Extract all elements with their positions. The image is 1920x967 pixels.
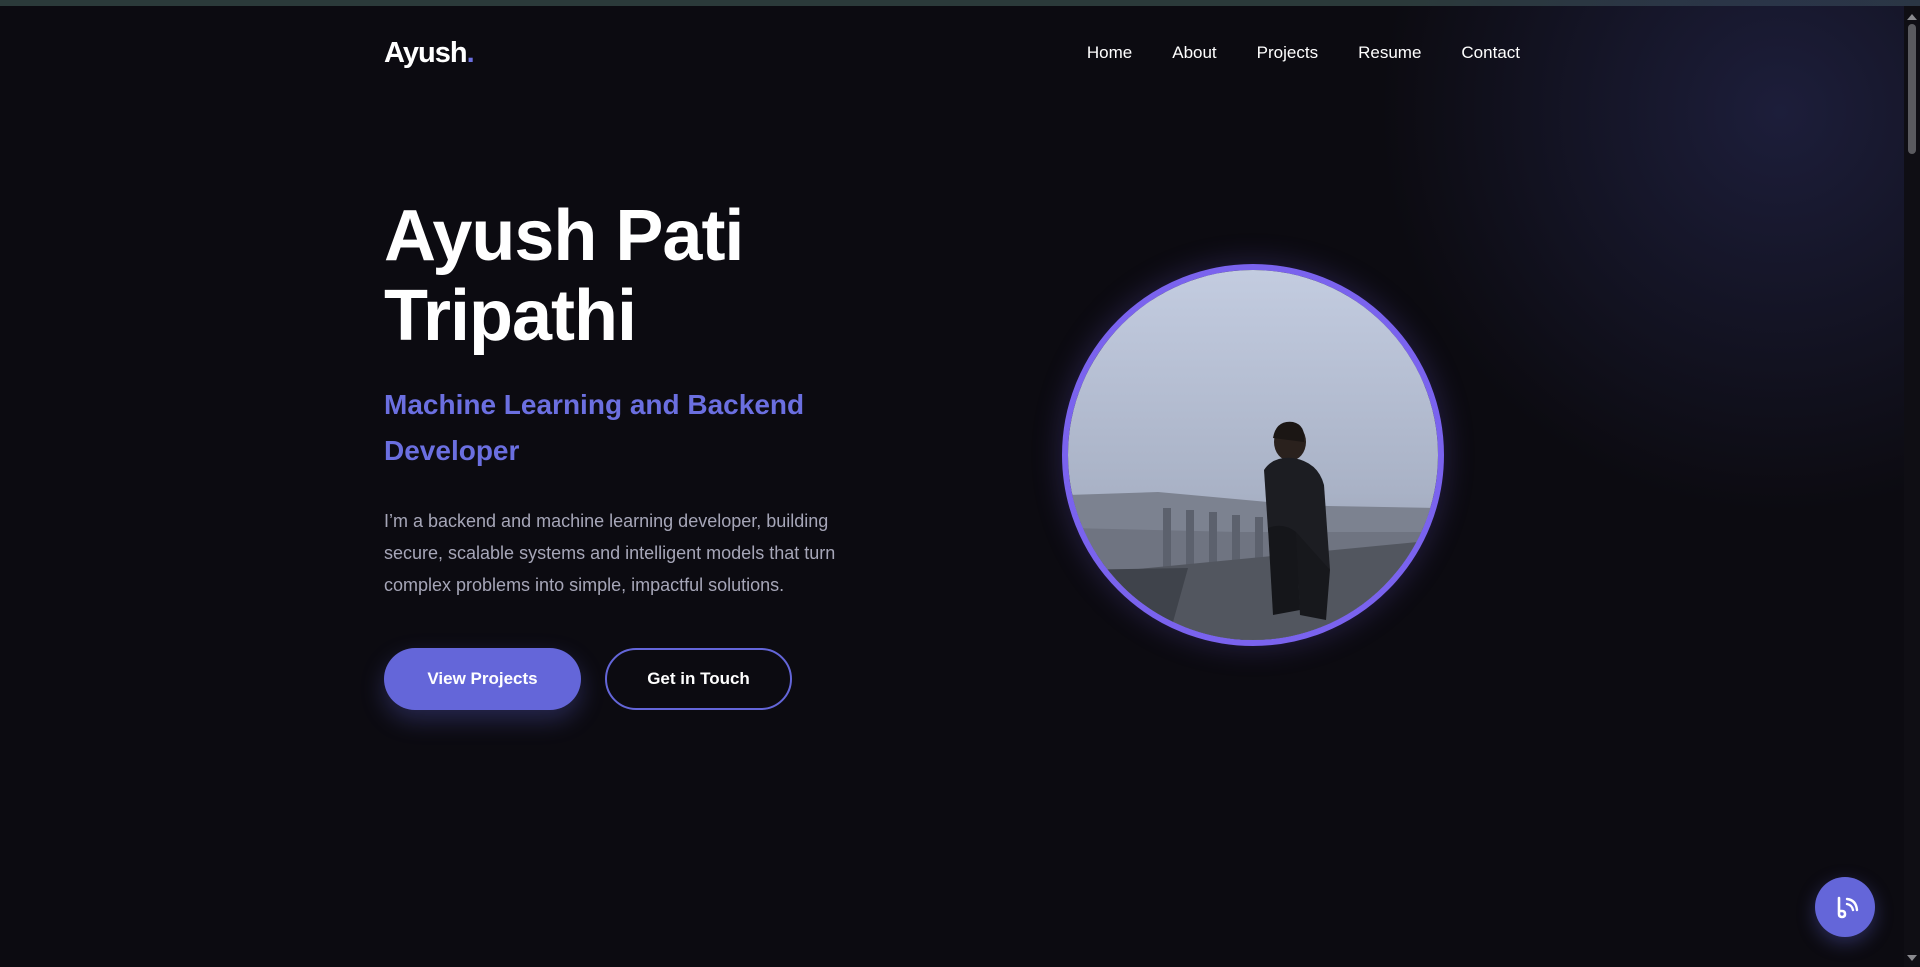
view-projects-button[interactable]: View Projects bbox=[384, 648, 581, 710]
nav-home-link[interactable]: Home bbox=[1087, 43, 1132, 63]
hero-title: Ayush Pati Tripathi bbox=[384, 196, 944, 356]
hero-title-line-1: Ayush Pati bbox=[384, 196, 744, 276]
scroll-thumb[interactable] bbox=[1908, 24, 1916, 154]
chat-widget-button[interactable] bbox=[1815, 877, 1875, 937]
profile-photo-illustration bbox=[1068, 270, 1438, 640]
hero-title-line-2: Tripathi bbox=[384, 276, 637, 356]
nav-about-link[interactable]: About bbox=[1172, 43, 1216, 63]
chat-widget-icon bbox=[1837, 896, 1859, 919]
nav-projects-link[interactable]: Projects bbox=[1257, 43, 1318, 63]
profile-photo bbox=[1062, 264, 1444, 646]
site-logo[interactable]: Ayush. bbox=[384, 36, 475, 70]
logo-dot: . bbox=[466, 36, 475, 69]
window-top-border bbox=[0, 0, 1920, 6]
scroll-down-arrow-icon[interactable] bbox=[1907, 955, 1917, 961]
hero-description: I’m a backend and machine learning devel… bbox=[384, 511, 836, 595]
main-nav: Home About Projects Resume Contact bbox=[1087, 43, 1520, 63]
page-scrollbar[interactable] bbox=[1904, 6, 1920, 967]
nav-resume-link[interactable]: Resume bbox=[1358, 43, 1421, 63]
logo-text: Ayush bbox=[384, 36, 468, 69]
hero-subtitle: Machine Learning and Backend Developer bbox=[384, 389, 805, 466]
background-glow bbox=[1360, 0, 1920, 560]
site-header: Ayush. Home About Projects Resume Contac… bbox=[384, 36, 1520, 70]
scroll-up-arrow-icon[interactable] bbox=[1907, 14, 1917, 20]
nav-contact-link[interactable]: Contact bbox=[1461, 43, 1520, 63]
get-in-touch-button[interactable]: Get in Touch bbox=[605, 648, 792, 710]
